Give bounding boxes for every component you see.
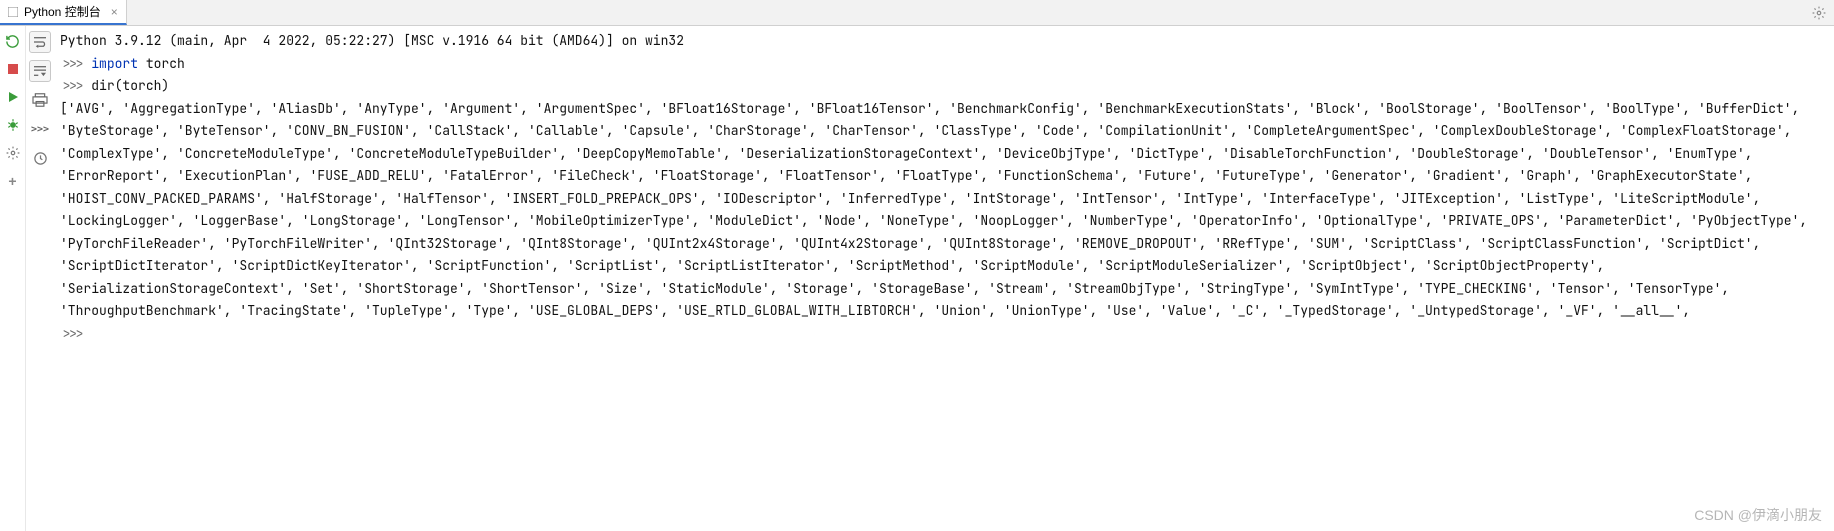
- console-toolbar: >>>: [26, 26, 54, 531]
- settings-icon[interactable]: [4, 144, 22, 162]
- watermark: CSDN @伊滴小朋友: [1694, 505, 1822, 525]
- debug-icon[interactable]: [4, 116, 22, 134]
- add-icon[interactable]: +: [4, 172, 22, 190]
- scroll-to-end-button[interactable]: [29, 60, 51, 82]
- tab-close-icon[interactable]: ×: [111, 5, 118, 19]
- tab-bar: Python 控制台 ×: [0, 0, 1834, 26]
- prompt: >>>: [60, 55, 83, 72]
- prompt-toggle-icon[interactable]: >>>: [29, 118, 51, 140]
- input-line-2: dir(torch): [91, 77, 169, 94]
- soft-wrap-button[interactable]: [29, 31, 51, 53]
- banner-line: Python 3.9.12 (main, Apr 4 2022, 05:22:2…: [60, 32, 684, 49]
- rerun-icon[interactable]: [4, 32, 22, 50]
- prompt-empty: >>>: [60, 325, 83, 342]
- python-console-icon: [8, 7, 18, 17]
- console-output[interactable]: Python 3.9.12 (main, Apr 4 2022, 05:22:2…: [54, 26, 1834, 531]
- main-area: + >>> Python 3.9.12 (main, Apr 4 2022, 0…: [0, 26, 1834, 531]
- left-toolbar: +: [0, 26, 26, 531]
- gear-button[interactable]: [1810, 4, 1828, 22]
- printer-icon[interactable]: [29, 89, 51, 111]
- history-icon[interactable]: [29, 147, 51, 169]
- tab-title: Python 控制台: [24, 3, 101, 20]
- keyword-import: import: [91, 55, 138, 72]
- prompt: >>>: [60, 77, 83, 94]
- tab-python-console[interactable]: Python 控制台 ×: [0, 0, 127, 25]
- dir-output: ['AVG', 'AggregationType', 'AliasDb', 'A…: [60, 100, 1815, 320]
- stop-icon[interactable]: [4, 60, 22, 78]
- import-target: torch: [138, 55, 185, 72]
- run-icon[interactable]: [4, 88, 22, 106]
